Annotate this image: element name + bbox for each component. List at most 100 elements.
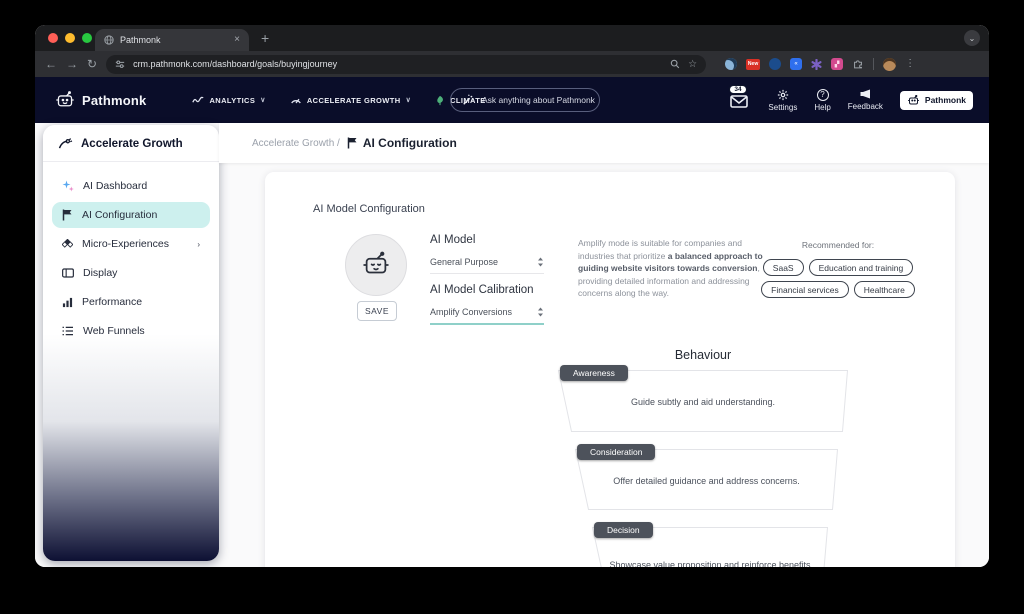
robot-icon (361, 251, 391, 279)
sparkles-icon (62, 180, 74, 192)
ai-robot-avatar (345, 234, 407, 296)
sidebar-item-ai-configuration[interactable]: AI Configuration (52, 202, 210, 228)
app-header: Pathmonk ANALYTICS ∨ ACCELERATE GROWTH ∨ (35, 77, 989, 123)
stage-text: Offer detailed guidance and address conc… (585, 476, 828, 486)
sidebar-item-label: Micro-Experiences (82, 238, 169, 250)
breadcrumb-parent[interactable]: Accelerate Growth / (252, 138, 340, 149)
feedback-button[interactable]: Feedback (848, 89, 883, 111)
updown-arrows-icon (537, 307, 544, 317)
sidebar-item-ai-dashboard[interactable]: AI Dashboard (52, 173, 210, 199)
flag-icon (62, 209, 73, 221)
extension-icon[interactable] (725, 58, 737, 70)
sidebar-header: Accelerate Growth (43, 125, 219, 162)
search-placeholder-text: Ask anything about Pathmonk (482, 95, 595, 105)
calibration-label: AI Model Calibration (430, 284, 534, 296)
sidebar-item-label: Web Funnels (83, 325, 145, 337)
brand-name: Pathmonk (82, 93, 146, 108)
stage-text: Showcase value proposition and reinforce… (602, 560, 818, 567)
sidebar-item-performance[interactable]: Performance (52, 289, 210, 315)
settings-button[interactable]: Settings (768, 89, 797, 112)
forward-button[interactable]: → (66, 58, 78, 70)
extension-icon[interactable] (811, 59, 822, 70)
window-controls (48, 33, 92, 43)
accelerate-growth-icon (58, 138, 73, 150)
pathmonk-account-button[interactable]: Pathmonk (900, 91, 973, 110)
tab-search-chevron-button[interactable]: ⌄ (964, 30, 980, 46)
close-tab-icon[interactable]: × (234, 35, 240, 45)
stage-text: Guide subtly and aid understanding. (568, 397, 838, 407)
extension-icon[interactable] (769, 58, 781, 70)
robot-icon (907, 95, 920, 106)
envelope-icon (730, 95, 748, 108)
display-icon (62, 268, 74, 278)
sidebar-item-label: AI Configuration (82, 209, 157, 221)
account-button-label: Pathmonk (925, 95, 966, 105)
extension-icon[interactable]: ▞ (831, 58, 843, 70)
close-window-button[interactable] (48, 33, 58, 43)
url-bar[interactable]: crm.pathmonk.com/dashboard/goals/buyingj… (106, 55, 706, 74)
sidebar-item-label: Performance (82, 296, 142, 308)
calibration-select[interactable]: Amplify Conversions (430, 307, 544, 325)
feedback-label: Feedback (848, 102, 883, 111)
zoom-window-button[interactable] (82, 33, 92, 43)
extension-icon[interactable]: « (790, 58, 802, 70)
tag-financial: Financial services (761, 281, 849, 298)
analytics-wave-icon (192, 96, 204, 105)
search-icon[interactable] (670, 59, 680, 69)
nav-label: ANALYTICS (209, 96, 255, 105)
help-button[interactable]: ? Help (814, 89, 830, 112)
stage-badge: Consideration (577, 444, 655, 460)
toolbar-divider (873, 58, 874, 70)
calibration-value: Amplify Conversions (430, 307, 512, 317)
site-info-icon[interactable] (115, 59, 125, 69)
list-icon (62, 326, 74, 336)
profile-avatar[interactable] (883, 58, 896, 71)
ai-config-card: AI Model Configuration SAVE AI Model Gen… (265, 172, 955, 567)
recommended-title: Recommended for: (731, 240, 945, 250)
ai-model-select[interactable]: General Purpose (430, 257, 544, 274)
bookmark-star-icon[interactable]: ☆ (688, 59, 697, 70)
chevron-down-icon: ∨ (260, 96, 266, 104)
tag-healthcare: Healthcare (854, 281, 915, 298)
magic-wand-icon (462, 94, 474, 106)
tag-education: Education and training (809, 259, 914, 276)
new-tab-button[interactable]: + (261, 30, 269, 46)
help-icon: ? (817, 89, 829, 101)
behaviour-title: Behaviour (558, 348, 848, 362)
browser-tab[interactable]: Pathmonk × (95, 29, 249, 51)
back-button[interactable]: ← (45, 58, 57, 70)
nav-accelerate-growth[interactable]: ACCELERATE GROWTH ∨ (290, 95, 411, 105)
sidebar-item-display[interactable]: Display (52, 260, 210, 286)
reload-button[interactable]: ↻ (87, 58, 97, 70)
globe-favicon-icon (104, 35, 114, 45)
main-panel: Accelerate Growth / AI Configuration AI … (219, 123, 989, 567)
extensions-puzzle-icon[interactable] (852, 58, 864, 70)
browser-menu-icon[interactable]: ⋮ (905, 59, 915, 69)
funnel-stage-consideration: Consideration Offer detailed guidance an… (575, 449, 838, 510)
tag-saas: SaaS (763, 259, 804, 276)
sidebar: Accelerate Growth AI Dashboard AI Config… (43, 125, 219, 561)
extension-bar: New « ▞ ⋮ (725, 58, 915, 71)
sidebar-item-micro-experiences[interactable]: Micro-Experiences › (52, 231, 210, 257)
breadcrumb-current: AI Configuration (347, 136, 457, 150)
chevron-right-icon: › (197, 240, 200, 249)
nav-analytics[interactable]: ANALYTICS ∨ (192, 96, 265, 105)
micro-experiences-icon (62, 239, 73, 250)
header-actions: 34 Settings ? Help Feedb (729, 77, 973, 123)
minimize-window-button[interactable] (65, 33, 75, 43)
browser-toolbar: ← → ↻ crm.pathmonk.com/dashboard/goals/b… (35, 51, 989, 77)
help-label: Help (814, 103, 830, 112)
sidebar-title: Accelerate Growth (81, 138, 183, 150)
ai-model-label: AI Model (430, 234, 475, 246)
funnel-stage-decision: Decision Showcase value proposition and … (592, 527, 828, 567)
sidebar-item-web-funnels[interactable]: Web Funnels (52, 318, 210, 344)
pathmonk-logo[interactable]: Pathmonk (55, 91, 146, 109)
inbox-button[interactable]: 34 (729, 89, 751, 111)
page-title: AI Configuration (363, 136, 457, 150)
extension-new-badge-icon[interactable]: New (746, 59, 760, 70)
megaphone-icon (859, 89, 872, 100)
save-button[interactable]: SAVE (357, 301, 397, 321)
funnel-stage-awareness: Awareness Guide subtly and aid understan… (558, 370, 848, 432)
stage-badge: Decision (594, 522, 653, 538)
ask-anything-search[interactable]: Ask anything about Pathmonk (450, 88, 600, 112)
